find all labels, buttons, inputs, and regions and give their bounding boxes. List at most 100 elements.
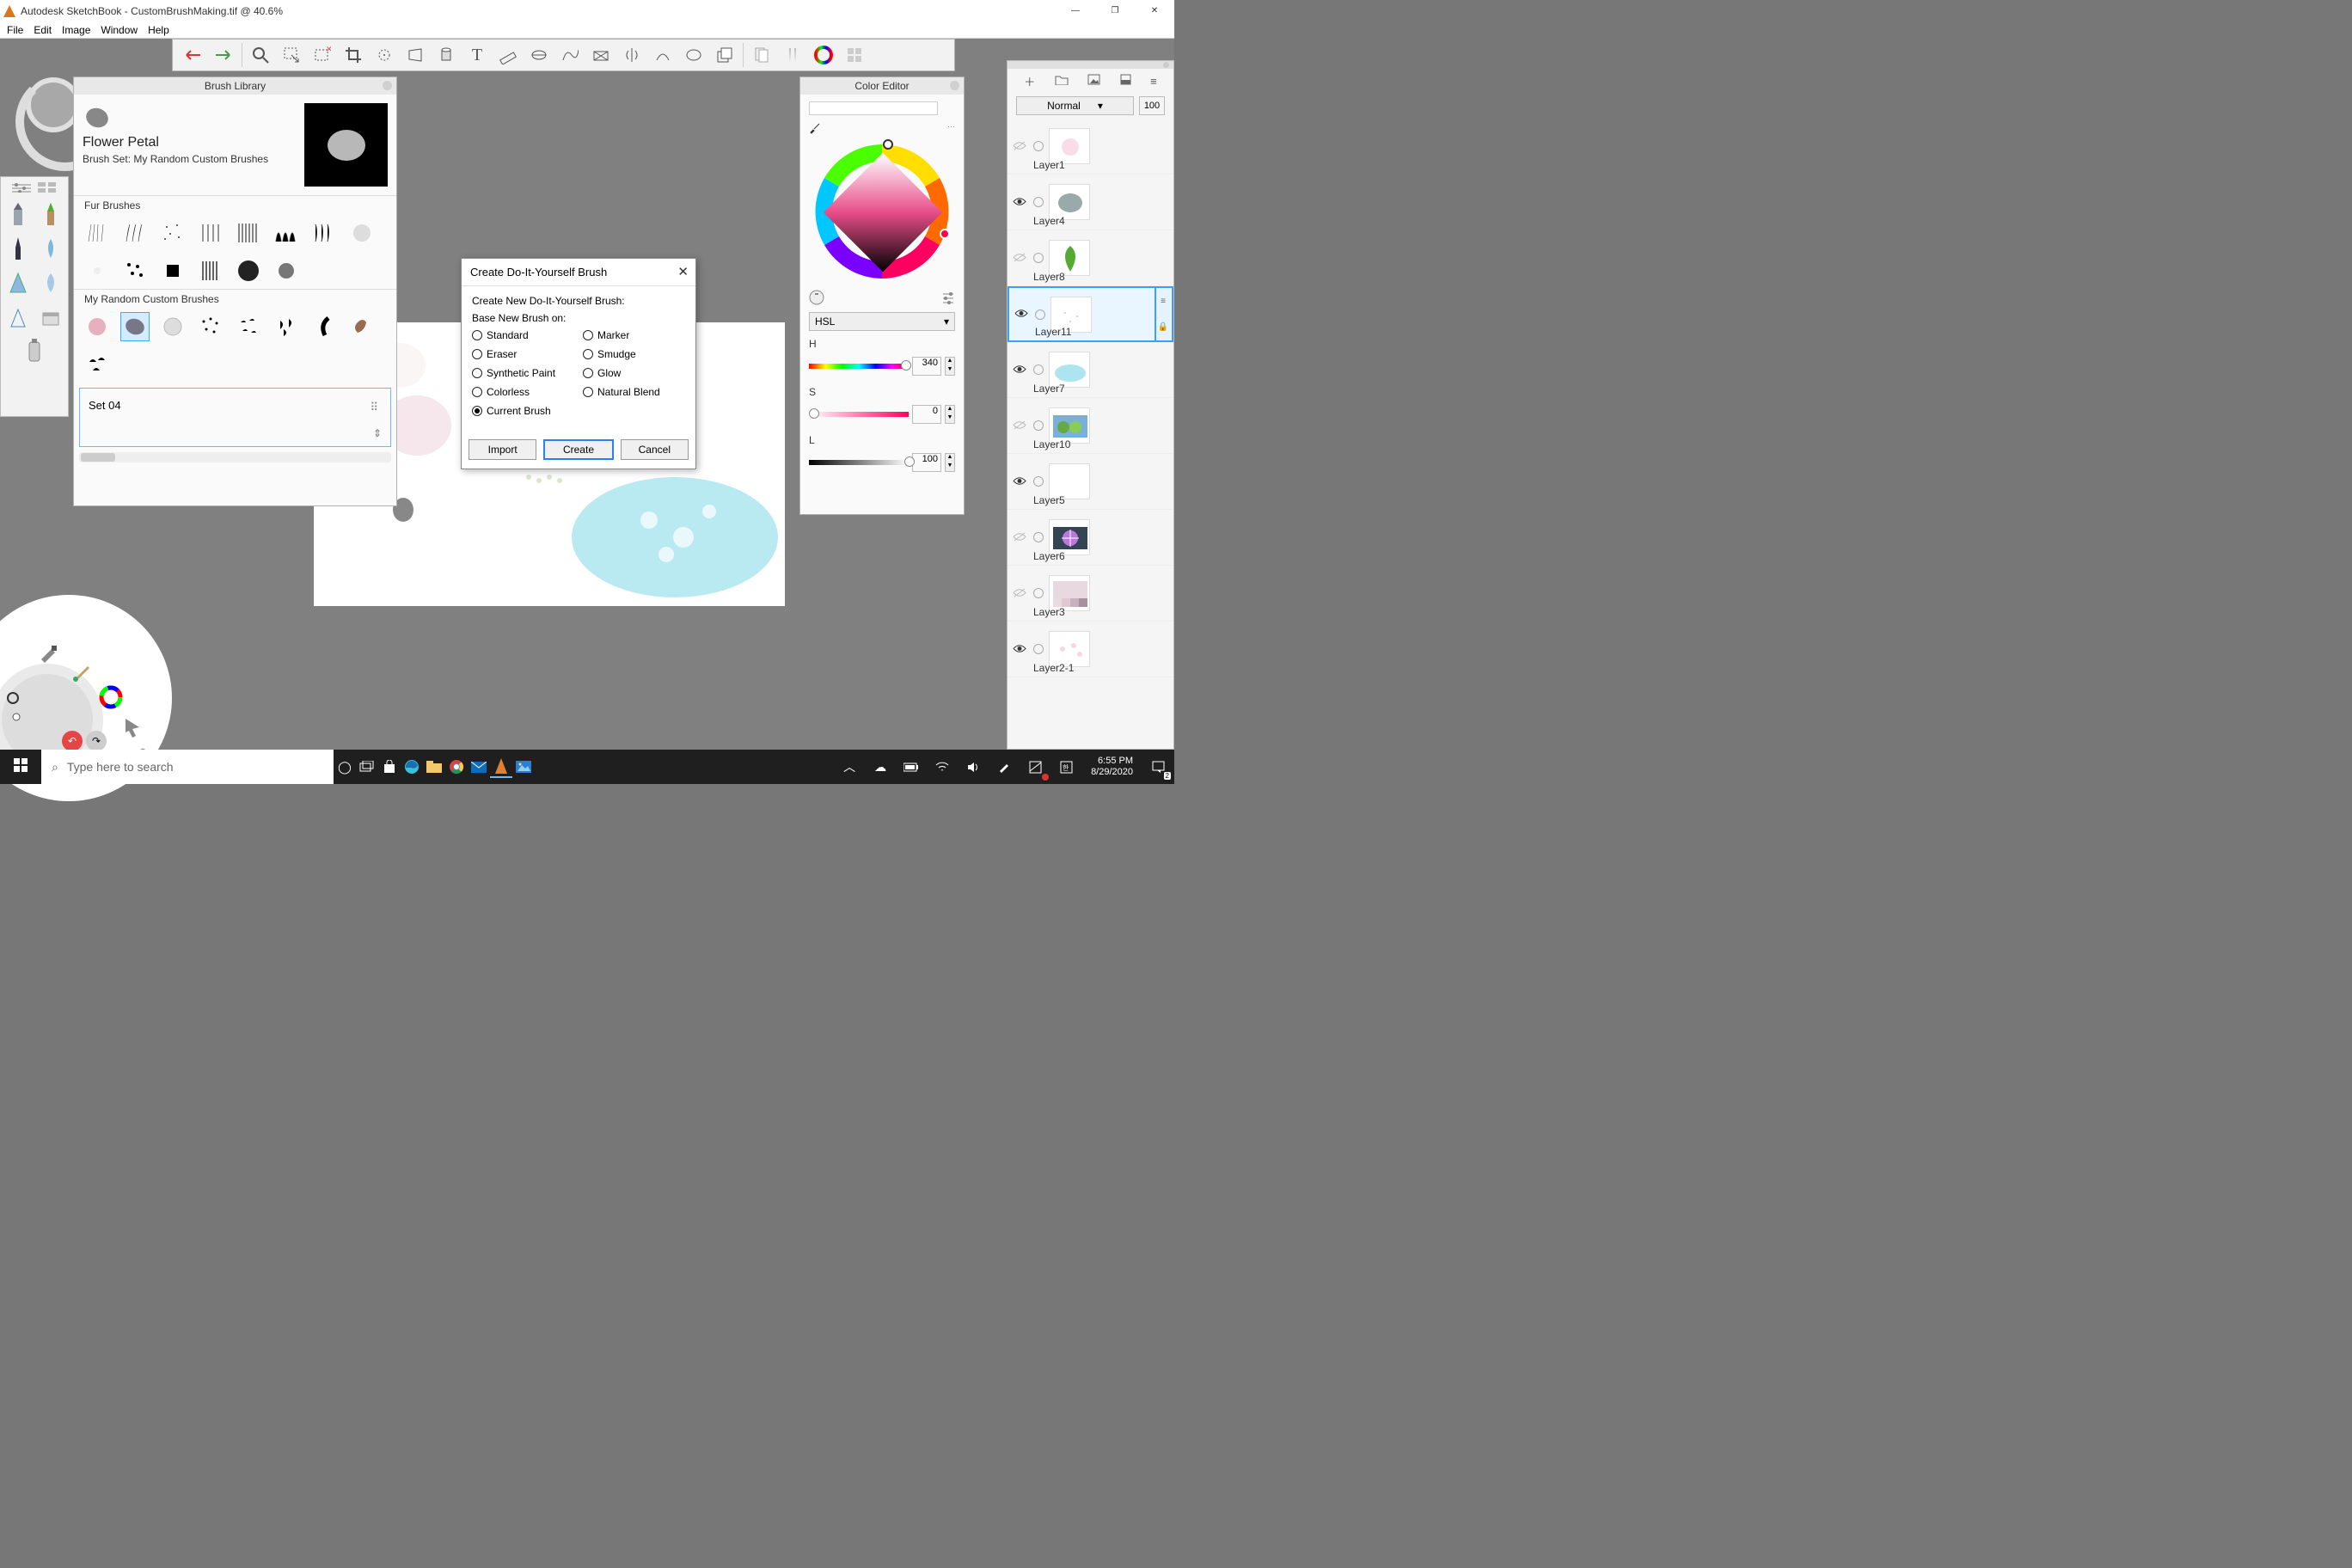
menu-file[interactable]: File xyxy=(3,22,27,38)
layer-radio[interactable] xyxy=(1033,141,1044,151)
more-icon[interactable]: ⋯ xyxy=(947,122,955,132)
layer-radio[interactable] xyxy=(1033,644,1044,654)
brush-item[interactable] xyxy=(272,256,301,285)
h-slider[interactable] xyxy=(809,364,909,369)
crop-icon[interactable] xyxy=(340,42,366,68)
cortana-icon[interactable]: ◯ xyxy=(334,756,356,778)
eye-off-icon[interactable] xyxy=(1013,531,1028,544)
layer-radio[interactable] xyxy=(1033,197,1044,207)
brush-item[interactable] xyxy=(158,312,187,341)
shape-ellipse-icon[interactable] xyxy=(681,42,707,68)
explorer-icon[interactable] xyxy=(423,756,445,778)
import-button[interactable]: Import xyxy=(469,439,536,460)
radio-synthetic-paint[interactable]: Synthetic Paint xyxy=(472,367,574,379)
taskbar-search[interactable]: ⌕Type here to search xyxy=(41,750,334,784)
eye-icon[interactable] xyxy=(1013,196,1028,209)
brush-item[interactable] xyxy=(120,256,150,285)
layer-radio[interactable] xyxy=(1033,532,1044,542)
pen-tool-icon[interactable] xyxy=(5,236,31,261)
layer-row[interactable]: Layer5 xyxy=(1008,454,1173,510)
blend-mode-select[interactable]: Normal▾ xyxy=(1016,96,1134,115)
eye-off-icon[interactable] xyxy=(1013,140,1028,153)
eye-off-icon[interactable] xyxy=(1013,587,1028,600)
color-disk-icon[interactable] xyxy=(809,290,824,305)
brush-item[interactable] xyxy=(196,256,225,285)
eye-icon[interactable] xyxy=(1013,475,1028,488)
layer-row[interactable]: Layer2-1 xyxy=(1008,622,1173,677)
onedrive-icon[interactable]: ☁ xyxy=(869,756,891,778)
close-button[interactable]: ✕ xyxy=(1135,0,1174,21)
radio-marker[interactable]: Marker xyxy=(583,329,685,341)
lock-icon[interactable]: 🔒 xyxy=(1158,322,1168,332)
radio-glow[interactable]: Glow xyxy=(583,367,685,379)
radio-standard[interactable]: Standard xyxy=(472,329,574,341)
layer-row[interactable]: Layer10 xyxy=(1008,398,1173,454)
brush-item[interactable] xyxy=(309,218,339,248)
brush-item[interactable] xyxy=(83,218,112,248)
layer-row[interactable]: Layer11≡🔒 xyxy=(1008,286,1173,342)
brush-item[interactable] xyxy=(309,312,339,341)
eye-icon[interactable] xyxy=(1014,308,1030,321)
l-slider[interactable] xyxy=(809,460,909,465)
create-button[interactable]: Create xyxy=(543,439,613,460)
layer-row[interactable]: Layer7 xyxy=(1008,342,1173,398)
dialog-close-icon[interactable]: ✕ xyxy=(677,264,689,279)
layer-radio[interactable] xyxy=(1033,476,1044,487)
brushes-icon[interactable] xyxy=(749,42,775,68)
color-wheel[interactable] xyxy=(812,141,953,283)
pencils-icon[interactable] xyxy=(780,42,805,68)
hue-indicator[interactable] xyxy=(940,229,950,239)
store-icon[interactable] xyxy=(378,756,401,778)
eye-icon[interactable] xyxy=(1013,364,1028,377)
edge-icon[interactable] xyxy=(401,756,423,778)
layer-radio[interactable] xyxy=(1033,420,1044,431)
ruler-icon[interactable] xyxy=(495,42,521,68)
color-ring-icon[interactable] xyxy=(99,685,123,709)
s-value[interactable]: 0 xyxy=(912,405,941,424)
curve-guide-icon[interactable] xyxy=(557,42,583,68)
eye-icon[interactable] xyxy=(1013,643,1028,656)
ink-tool-icon[interactable] xyxy=(38,236,64,261)
brush-item[interactable] xyxy=(83,256,112,285)
sketchbook-icon[interactable] xyxy=(490,756,512,778)
brush-grid-icon[interactable] xyxy=(38,182,57,193)
volume-icon[interactable] xyxy=(962,756,984,778)
brush-item[interactable] xyxy=(120,218,150,248)
highlighter-tool-icon[interactable] xyxy=(5,304,31,330)
menu-help[interactable]: Help xyxy=(144,22,173,38)
transform-icon[interactable] xyxy=(371,42,397,68)
s-slider[interactable] xyxy=(809,412,909,417)
eye-off-icon[interactable] xyxy=(1013,252,1028,265)
brush-item[interactable] xyxy=(234,256,263,285)
brush-item[interactable] xyxy=(83,350,112,379)
undo-button[interactable] xyxy=(180,42,205,68)
text-icon[interactable]: T xyxy=(464,42,490,68)
menu-window[interactable]: Window xyxy=(97,22,141,38)
layer-radio[interactable] xyxy=(1035,309,1045,320)
color-wheel-icon[interactable] xyxy=(811,42,836,68)
brush-item[interactable] xyxy=(272,218,301,248)
marker-tool-icon[interactable] xyxy=(5,270,31,296)
pointer-icon[interactable] xyxy=(120,715,144,739)
sliders-icon[interactable] xyxy=(941,291,955,304)
menu-icon[interactable]: ≡ xyxy=(1150,75,1157,88)
pen-tray-icon[interactable] xyxy=(993,756,1015,778)
minimize-button[interactable]: — xyxy=(1056,0,1095,21)
brush-item[interactable] xyxy=(158,256,187,285)
opacity-value[interactable]: 100 xyxy=(1139,96,1165,115)
photos-icon[interactable] xyxy=(512,756,535,778)
panel-close-icon[interactable] xyxy=(1163,62,1169,68)
wifi-icon[interactable] xyxy=(931,756,953,778)
layer-row[interactable]: Layer6 xyxy=(1008,510,1173,566)
brush-item[interactable] xyxy=(272,312,301,341)
brush-sample-icon[interactable] xyxy=(7,692,19,707)
layer-row[interactable]: Layer3 xyxy=(1008,566,1173,622)
eraser-tool-icon[interactable] xyxy=(38,304,64,330)
perspective-icon[interactable] xyxy=(588,42,614,68)
brush-tool-icon[interactable] xyxy=(38,201,64,227)
lang-icon[interactable]: 한 xyxy=(1055,756,1077,778)
lagoon-menu[interactable]: ↶ ↷ xyxy=(0,599,168,767)
brush-item[interactable] xyxy=(347,218,377,248)
color-swatch[interactable] xyxy=(809,101,938,115)
add-layer-icon[interactable]: ＋ xyxy=(1024,73,1035,89)
